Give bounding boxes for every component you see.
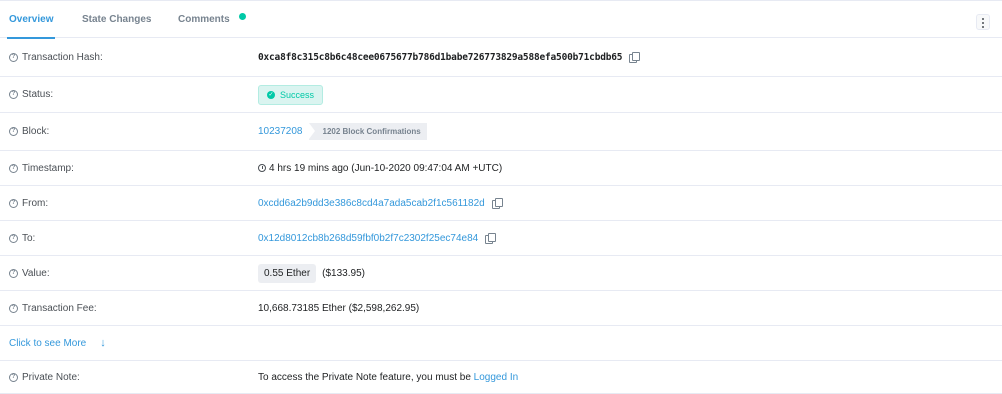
row-label: Block: (22, 126, 50, 137)
question-circle-icon[interactable]: ? (9, 127, 18, 136)
arrow-down-icon: ↓ (100, 337, 106, 349)
copy-icon[interactable] (629, 52, 641, 63)
row-label: To: (22, 232, 36, 244)
block-number-link[interactable]: 10237208 (258, 126, 303, 137)
question-circle-icon[interactable]: ? (9, 268, 18, 278)
question-circle-icon[interactable]: ? (9, 303, 18, 313)
row-label: Timestamp: (22, 162, 74, 174)
row-status: ? Status: ✓ Success (0, 77, 1002, 113)
row-transaction-hash: ? Transaction Hash: 0xca8f8c315c8b6c48cee… (0, 38, 1002, 77)
transaction-details-card: Overview State Changes Comments ? Transac… (0, 0, 1002, 394)
tab-overview[interactable]: Overview (6, 2, 56, 39)
ether-amount-badge: 0.55 Ether (258, 263, 317, 283)
to-address-link[interactable]: 0x12d8012cb8b268d59fbf0b2f7c2302f25ec74e… (258, 233, 478, 244)
row-block: ? Block: 10237208 1202 Block Confirmation… (0, 113, 1002, 151)
from-address-link[interactable]: 0xcdd6a2b9dd3e386c8cd4a7ada5cab2f1c56118… (258, 198, 485, 209)
row-timestamp: ? Timestamp: 4 hrs 19 mins ago (Jun-10-20… (0, 151, 1002, 186)
copy-icon[interactable] (485, 233, 497, 244)
row-from: ? From: 0xcdd6a2b9dd3e386c8cd4a7ada5cab2f… (0, 186, 1002, 221)
check-circle-icon: ✓ (267, 90, 275, 99)
row-to: ? To: 0x12d8012cb8b268d59fbf0b2f7c2302f25… (0, 221, 1002, 256)
row-label: Private Note: (22, 372, 80, 383)
row-label: Value: (22, 267, 50, 279)
tab-state-changes[interactable]: State Changes (82, 2, 151, 38)
question-circle-icon[interactable]: ? (9, 52, 18, 62)
clock-icon (258, 164, 266, 172)
status-badge: ✓ Success (258, 84, 324, 105)
row-private-note: ? Private Note: To access the Private Not… (0, 361, 1002, 394)
logged-in-link[interactable]: Logged In (474, 372, 519, 383)
copy-icon[interactable] (491, 198, 503, 209)
question-circle-icon[interactable]: ? (9, 163, 18, 173)
question-circle-icon[interactable]: ? (9, 198, 18, 208)
row-label: From: (22, 197, 49, 209)
tab-bar: Overview State Changes Comments (0, 2, 1002, 39)
usd-value: ($133.95) (322, 267, 365, 279)
see-more-link[interactable]: Click to see More ↓ (9, 326, 106, 360)
row-transaction-fee: ? Transaction Fee: 10,668.73185 Ether ($2… (0, 291, 1002, 326)
row-see-more: Click to see More ↓ (0, 326, 1002, 361)
tab-comments[interactable]: Comments (178, 2, 230, 38)
row-label: Status: (22, 89, 54, 100)
kebab-menu-icon[interactable] (976, 14, 990, 30)
transaction-hash-value: 0xca8f8c315c8b6c48cee0675677b786d1babe72… (258, 51, 623, 63)
row-value: ? Value: 0.55 Ether ($133.95) (0, 256, 1002, 291)
row-label: Transaction Hash: (22, 51, 103, 63)
comments-indicator-dot (239, 13, 246, 20)
question-circle-icon[interactable]: ? (9, 233, 18, 243)
timestamp-value: 4 hrs 19 mins ago (Jun-10-2020 09:47:04 … (269, 162, 503, 174)
block-confirmations-badge: 1202 Block Confirmations (308, 123, 427, 140)
question-circle-icon[interactable]: ? (9, 90, 18, 99)
transaction-fee-value: 10,668.73185 Ether ($2,598,262.95) (258, 302, 420, 314)
row-label: Transaction Fee: (22, 302, 97, 314)
private-note-text: To access the Private Note feature, you … (258, 372, 471, 383)
question-circle-icon[interactable]: ? (9, 373, 18, 382)
